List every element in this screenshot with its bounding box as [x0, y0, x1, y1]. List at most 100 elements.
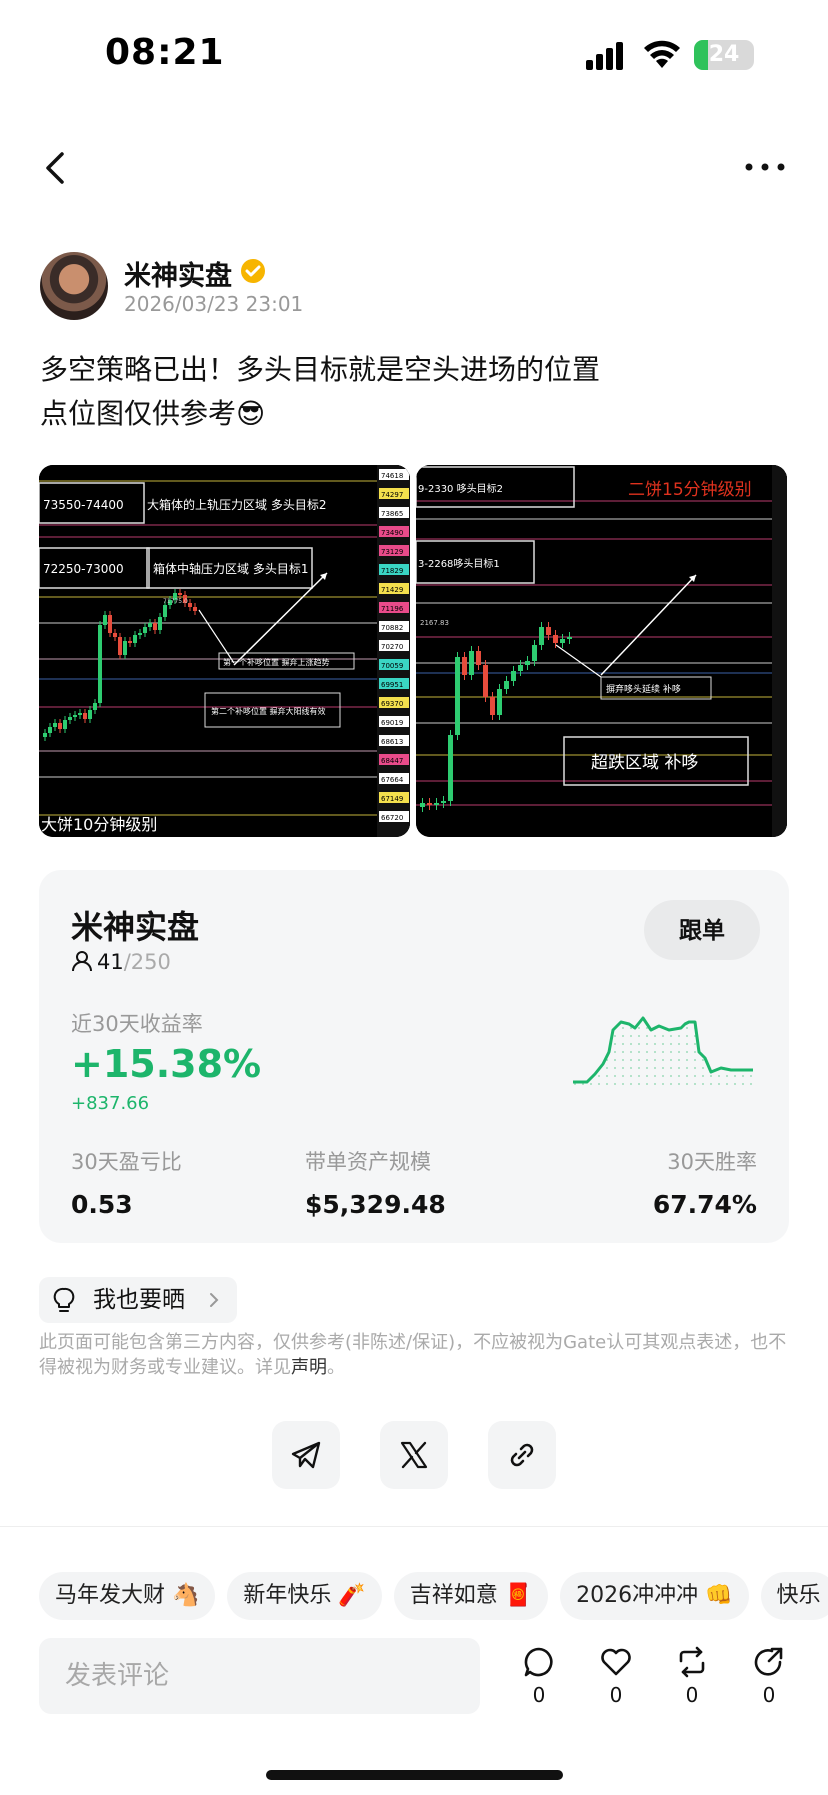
stat-win-rate: 30天胜率 67.74%	[653, 1146, 757, 1219]
chart-axis-label: 71429	[381, 586, 403, 594]
chart-axis-label: 68447	[381, 757, 403, 765]
x-logo-icon	[400, 1441, 428, 1469]
chart-candle	[158, 617, 162, 630]
like-button[interactable]: 0	[586, 1645, 646, 1707]
chart-axis-label: 71829	[381, 567, 403, 575]
disclaimer: 此页面可能包含第三方内容，仅供参考(非陈述/保证)，不应被视为Gate认可其观点…	[39, 1330, 789, 1380]
chart-axis-label: 66720	[381, 814, 403, 822]
chart-candle	[518, 665, 523, 671]
repost-button[interactable]: 0	[662, 1645, 722, 1707]
chart-candle	[462, 657, 467, 675]
repost-count: 0	[685, 1683, 699, 1707]
battery-level: 24	[708, 42, 740, 67]
chart-candle	[511, 671, 516, 681]
share-telegram-button[interactable]	[272, 1421, 340, 1489]
heart-icon	[601, 1648, 631, 1676]
chart-candle	[93, 703, 97, 710]
share-chip[interactable]: 我也要晒	[39, 1277, 237, 1323]
section-divider	[0, 1526, 828, 1527]
chart-candle	[108, 615, 112, 633]
quick-tag[interactable]: 2026冲冲冲 👊	[560, 1572, 749, 1620]
roi-amount: +837.66	[71, 1093, 150, 1114]
nav-bar	[0, 130, 828, 210]
chart-image-right[interactable]: 9-2330 哆头目标2 3-2268哆头目标1 二饼15分钟级别 2167.8…	[416, 465, 787, 837]
chart-candle	[143, 627, 147, 633]
chart-candle	[539, 627, 544, 645]
chart-right-peak-label: 2167.83	[420, 619, 449, 627]
chart-left-range1: 73550-74400	[43, 498, 124, 512]
chart-candle	[483, 665, 488, 697]
chart-candle	[88, 710, 92, 719]
copy-trade-button[interactable]: 跟单	[644, 900, 760, 960]
chart-candle	[420, 803, 425, 807]
chart-candle	[58, 723, 62, 729]
chart-candle	[68, 717, 72, 720]
chart-right-range1: 9-2330 哆头目标2	[418, 482, 503, 495]
share-button[interactable]: 0	[739, 1645, 799, 1707]
chart-candle	[53, 723, 57, 727]
chart-axis-label: 74297	[381, 491, 403, 499]
chart-candle	[43, 733, 47, 737]
copy-link-button[interactable]	[488, 1421, 556, 1489]
chart-left-range1-note: 大箱体的上轨压力区域 多头目标2	[147, 497, 326, 512]
follower-count: 41/250	[71, 950, 171, 980]
disclaimer-link[interactable]: 声明	[291, 1357, 327, 1378]
chart-candle	[532, 645, 537, 661]
chart-candle	[546, 627, 551, 635]
chart-candle	[123, 641, 127, 655]
like-count: 0	[609, 1683, 623, 1707]
status-bar: 08:21 24	[0, 0, 828, 110]
share-arrow-icon	[754, 1647, 783, 1676]
roi-sparkline	[573, 1016, 753, 1090]
chart-candle	[553, 635, 558, 643]
chart-candle	[128, 641, 132, 643]
disclaimer-text: 此页面可能包含第三方内容，仅供参考(非陈述/保证)，不应被视为Gate认可其观点…	[39, 1332, 787, 1378]
comment-button[interactable]: 0	[509, 1645, 569, 1707]
chart-image-left[interactable]: 74618 74297 73865 73490 73129 71829 71429 71196…	[39, 465, 410, 837]
link-icon	[510, 1443, 534, 1467]
chart-candle	[497, 689, 502, 715]
comment-icon	[524, 1647, 553, 1677]
chart-axis-label: 74618	[381, 472, 403, 480]
chart-axis-label: 69019	[381, 719, 403, 727]
verified-badge-icon	[241, 259, 265, 283]
trader-card[interactable]: 米神实盘 跟单 41/250 近30天收益率 +15.38% +837.66 3…	[39, 870, 789, 1243]
post-text-line: 点位图仅供参考😎	[40, 397, 266, 430]
quick-tag[interactable]: 吉祥如意 🧧	[393, 1572, 549, 1620]
lightbulb-icon	[53, 1287, 75, 1312]
share-x-button[interactable]	[380, 1421, 448, 1489]
post-text: 多空策略已出！多头目标就是空头进场的位置 点位图仅供参考😎	[40, 348, 800, 436]
chart-axis-label: 68613	[381, 738, 403, 746]
trader-name[interactable]: 米神实盘	[71, 902, 199, 948]
post-author[interactable]: 米神实盘 2026/03/23 23:01	[40, 252, 640, 322]
author-name[interactable]: 米神实盘	[124, 254, 232, 293]
chart-candle	[441, 801, 446, 803]
stat-label: 30天盈亏比	[71, 1150, 182, 1174]
comment-input[interactable]	[39, 1638, 480, 1714]
chart-axis-label: 67664	[381, 776, 404, 784]
chart-left-svg: 74618 74297 73865 73490 73129 71829 71429 71196…	[39, 465, 410, 837]
roi-label: 近30天收益率	[71, 1012, 203, 1036]
quick-tag[interactable]: 马年发大财 🐴	[39, 1572, 216, 1620]
chart-candle	[153, 623, 157, 630]
chart-candle	[118, 637, 122, 655]
chart-candle	[469, 651, 474, 675]
chart-right-title: 二饼15分钟级别	[628, 480, 752, 500]
quick-tag[interactable]: 快乐	[760, 1572, 828, 1620]
chart-candle	[455, 657, 460, 735]
stat-value: 0.53	[71, 1190, 133, 1219]
battery-icon: 24	[694, 40, 754, 70]
chart-axis-label: 67149	[381, 795, 403, 803]
chart-axis-label: 69951	[381, 681, 403, 689]
back-arrow-icon[interactable]	[34, 146, 78, 190]
quick-tag[interactable]: 新年快乐 🧨	[227, 1572, 382, 1620]
chart-left-note3: 第一个补哆位置 摒弃上涨趋势	[223, 657, 330, 667]
more-options-icon[interactable]	[740, 152, 790, 182]
stat-aum: 带单资产规模 $5,329.48	[305, 1146, 446, 1219]
chart-candle	[188, 603, 192, 607]
followers-cap: /250	[123, 950, 171, 974]
chart-candle	[560, 639, 565, 643]
chart-axis-label: 73490	[381, 529, 403, 537]
chart-candle	[193, 607, 197, 611]
avatar[interactable]	[40, 252, 108, 320]
